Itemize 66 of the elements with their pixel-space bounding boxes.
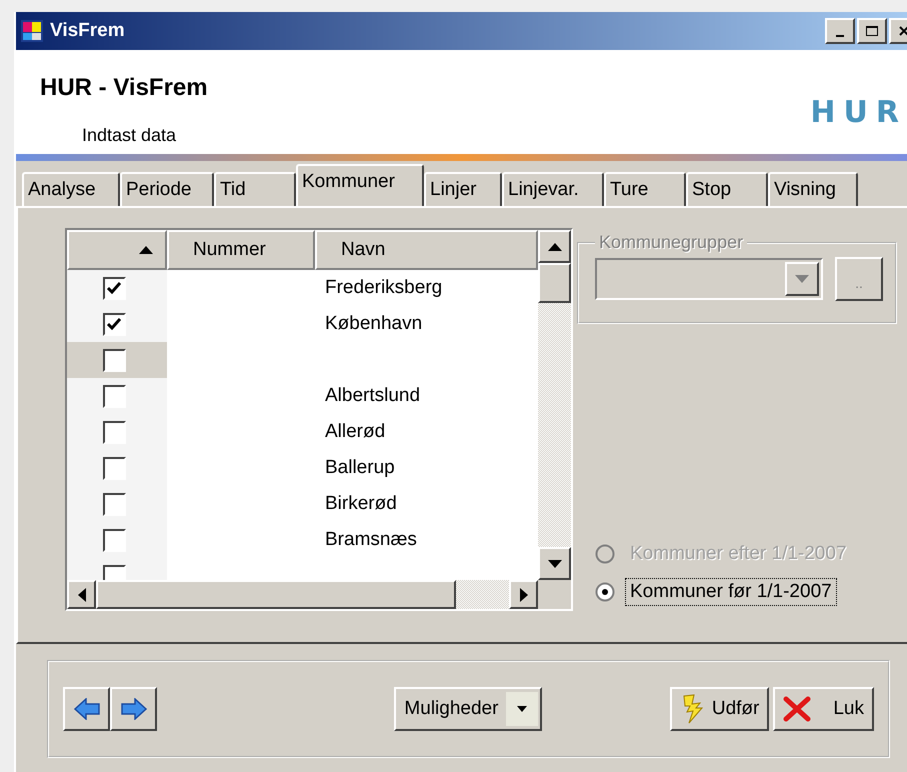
run-button[interactable]: Udfør [670, 687, 770, 731]
tab[interactable]: Tid [214, 172, 296, 206]
dropdown-arrow-icon [795, 275, 809, 283]
options-button[interactable]: Muligheder [394, 687, 542, 731]
tab[interactable]: Linjer [424, 172, 502, 206]
tab[interactable]: Stop [686, 172, 768, 206]
table-cell: København [325, 313, 422, 335]
sort-ascending-icon [139, 246, 153, 254]
forward-button[interactable] [110, 687, 157, 731]
app-title: HUR - VisFrem [40, 74, 208, 102]
table-cell: Albertslund [325, 385, 420, 407]
tab[interactable]: Kommuner [296, 164, 424, 206]
column-header[interactable]: Navn [315, 230, 538, 270]
group-label: Kommunegrupper [598, 232, 744, 253]
scroll-right-icon [520, 588, 528, 602]
minimize-icon [836, 35, 844, 37]
checkbox[interactable] [102, 492, 126, 516]
horizontal-scrollbar[interactable] [67, 580, 538, 609]
row-header[interactable] [67, 270, 167, 306]
table-cell: Allerød [325, 421, 386, 443]
tab[interactable]: Ture [604, 172, 686, 206]
scroll-thumb[interactable] [538, 263, 571, 303]
tab[interactable]: Visning [768, 172, 858, 206]
left-arrow-icon [74, 698, 100, 720]
table-cell: Bramsnæs [325, 529, 417, 551]
checkbox[interactable] [102, 456, 126, 480]
table-cell: Birkerød [325, 493, 397, 515]
back-button[interactable] [63, 687, 110, 731]
tab[interactable]: Analyse [22, 172, 120, 206]
tab[interactable]: Periode [120, 172, 214, 206]
maximize-icon [865, 25, 879, 37]
tab[interactable]: Linjevar. [502, 172, 604, 206]
scroll-thumb[interactable] [96, 580, 456, 609]
column-header[interactable] [67, 230, 167, 270]
row-header[interactable] [67, 306, 167, 342]
table-cell: Ballerup [325, 457, 395, 479]
scroll-down-icon [548, 560, 562, 568]
checkmark-icon [107, 318, 121, 330]
scroll-up-icon [548, 242, 562, 250]
checkbox[interactable] [102, 312, 126, 336]
right-arrow-icon [120, 698, 146, 720]
column-header[interactable]: Nummer [167, 230, 315, 270]
minimize-button[interactable] [825, 18, 855, 44]
maximize-button[interactable] [857, 18, 887, 44]
app-icon [20, 19, 44, 43]
scroll-left-icon [78, 588, 86, 602]
close-icon [898, 25, 907, 37]
caret-icon [517, 706, 528, 712]
logo-text: HUR [810, 95, 907, 130]
row-header[interactable] [67, 378, 167, 414]
table-cell: Frederiksberg [325, 277, 442, 299]
x-icon [783, 696, 812, 722]
radio-label[interactable]: Kommuner før 1/1-2007 [625, 578, 837, 606]
window-title: VisFrem [50, 20, 126, 42]
vertical-scrollbar[interactable] [538, 230, 571, 580]
row-header[interactable] [67, 342, 167, 378]
checkbox[interactable] [102, 348, 126, 372]
checkbox[interactable] [102, 528, 126, 552]
checkmark-icon [107, 282, 121, 294]
checkbox[interactable] [102, 420, 126, 444]
close-button[interactable]: Luk [773, 687, 874, 731]
scrollbar-corner [538, 580, 571, 609]
checkbox[interactable] [102, 276, 126, 300]
radio-button[interactable] [595, 582, 615, 602]
checkbox[interactable] [102, 384, 126, 408]
page-subtitle: Indtast data [82, 125, 178, 146]
